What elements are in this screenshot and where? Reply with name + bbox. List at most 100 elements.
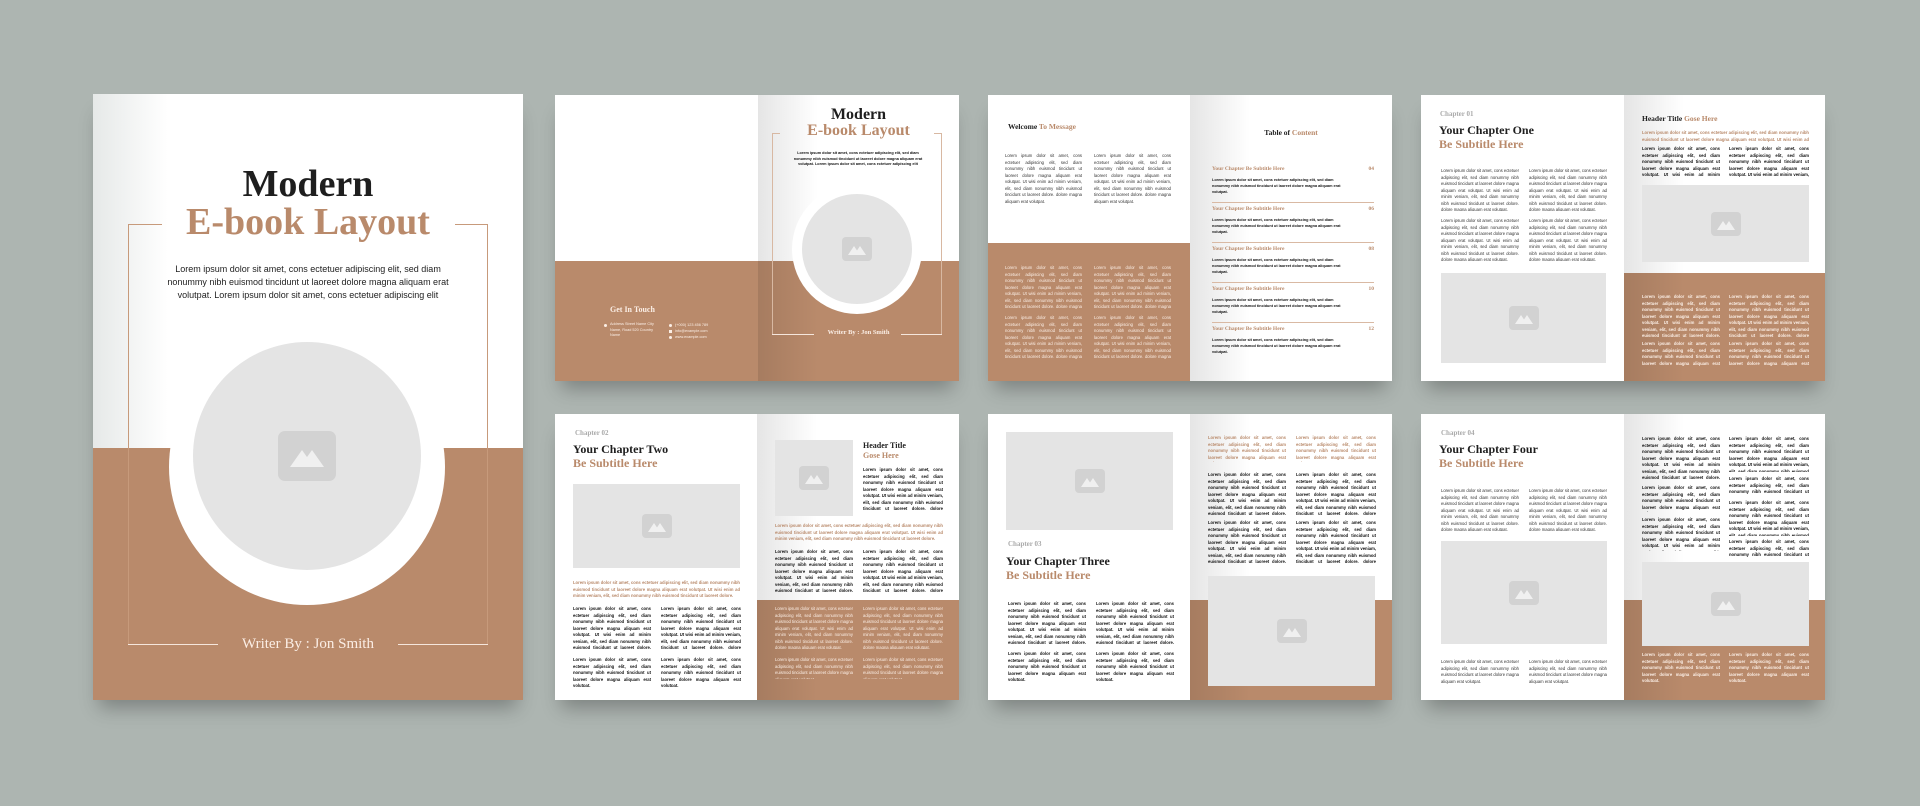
web-icon — [669, 336, 672, 339]
email-icon — [669, 330, 672, 333]
chapter-three-page: Chapter 03 Your Chapter Three Be Subtitl… — [988, 414, 1190, 700]
ch2-band-text-c: Lorem ipsum dolor sit amet, cons ectetue… — [775, 657, 853, 679]
ch1-right-text-a: Lorem ipsum dolor sit amet, cons ectetue… — [1642, 146, 1720, 177]
toc-row[interactable]: Your Chapter Be Subtitle Here 06 Lorem ips… — [1212, 203, 1374, 243]
ch2-right-text-a: Lorem ipsum dolor sit amet, cons ectetue… — [775, 549, 853, 592]
ch4-band-text-a: Lorem ipsum dolor sit amet, cons ectetue… — [1642, 652, 1720, 682]
ch4-right-text-f: Lorem ipsum dolor sit amet, cons ectetue… — [1729, 500, 1809, 536]
chapter-four-right-page: Lorem ipsum dolor sit amet, cons ectetue… — [1624, 414, 1825, 700]
ch1-band-text-c: Lorem ipsum dolor sit amet, cons ectetue… — [1642, 341, 1720, 366]
ch4-right-text-e: Lorem ipsum dolor sit amet, cons ectetue… — [1642, 517, 1720, 551]
ch2-text-d: Lorem ipsum dolor sit amet, cons ectetue… — [661, 657, 741, 687]
phone-icon — [669, 324, 672, 327]
toc-entry-page: 06 — [1368, 206, 1375, 212]
chapter-two-subtitle: Be Subtitle Here — [573, 456, 658, 470]
ch3-right-text-c: Lorem ipsum dolor sit amet, cons ectetue… — [1208, 520, 1286, 563]
ch3-text-a: Lorem ipsum dolor sit amet, cons ectetue… — [1008, 601, 1086, 644]
ch4-text-c: Lorem ipsum dolor sit amet, cons ectetue… — [1441, 659, 1519, 684]
image-placeholder-icon — [1074, 469, 1105, 493]
ch4-right-text-a: Lorem ipsum dolor sit amet, cons ectetue… — [1642, 436, 1720, 479]
ch1-text-a: Lorem ipsum dolor sit amet, cons ectetue… — [1441, 168, 1519, 211]
ch2-right-text-b: Lorem ipsum dolor sit amet, cons ectetue… — [863, 549, 943, 592]
mini-frame-tl — [772, 133, 780, 134]
contact-website: www.example.com — [675, 335, 707, 339]
ch3-text-d: Lorem ipsum dolor sit amet, cons ectetue… — [1096, 651, 1174, 681]
welcome-text-col2: Lorem ipsum dolor sit amet, cons ectetue… — [1094, 153, 1171, 204]
ch1-image-placeholder — [1441, 273, 1606, 363]
ch1-band-text-b: Lorem ipsum dolor sit amet, cons ectetue… — [1729, 294, 1809, 337]
ch3-text-b: Lorem ipsum dolor sit amet, cons ectetue… — [1096, 601, 1174, 644]
toc-entry-desc: Lorem ipsum dolor sit amet, cons ectetue… — [1212, 178, 1341, 194]
ch4-image-placeholder — [1441, 541, 1607, 644]
toc-row[interactable]: Your Chapter Be Subtitle Here 10 Lorem ips… — [1212, 283, 1374, 323]
chapter-four-title: Your Chapter Four — [1439, 442, 1538, 456]
toc-entry-desc: Lorem ipsum dolor sit amet, cons ectetue… — [1212, 338, 1341, 354]
cover-author: Writer By : Jon Smith — [242, 636, 374, 652]
ch2-band-text-b: Lorem ipsum dolor sit amet, cons ectetue… — [863, 606, 943, 649]
chapter-one-label: Chapter 01 — [1440, 110, 1474, 118]
ch4-band-text-b: Lorem ipsum dolor sit amet, cons ectetue… — [1729, 652, 1809, 682]
contact-address: Address Street Name City Name, Road 520 … — [610, 322, 654, 337]
chapter-four-page: Chapter 04 Your Chapter Four Be Subtitle… — [1421, 414, 1624, 700]
ch1-highlight-text: Lorem ipsum dolor sit amet, cons ectetue… — [1642, 130, 1809, 142]
ch2-text-c: Lorem ipsum dolor sit amet, cons ectetue… — [573, 657, 651, 687]
image-placeholder-icon — [1710, 592, 1741, 616]
chapter-one-right-page: Header Title Gose Here Lorem ipsum dolor… — [1624, 95, 1825, 381]
toc-row[interactable]: Your Chapter Be Subtitle Here 04 Lorem ips… — [1212, 163, 1374, 203]
ch1-band-text-a: Lorem ipsum dolor sit amet, cons ectetue… — [1642, 294, 1720, 337]
chapter-two-title: Your Chapter Two — [573, 442, 669, 456]
toc-entry-page: 10 — [1368, 286, 1375, 292]
ch1-header-a: Header Title — [1642, 114, 1685, 123]
mini-author: Writer By : Jon Smith — [827, 329, 890, 336]
ch2-header-a: Header Title — [863, 441, 906, 450]
ch4-right-text-c: Lorem ipsum dolor sit amet, cons ectetue… — [1642, 485, 1720, 512]
spread-welcome-toc: Welcome To Message Lorem ipsum dolor sit… — [988, 95, 1392, 381]
toc-title-a: Table of — [1264, 128, 1292, 137]
welcome-title-b: To Message — [1038, 122, 1076, 131]
ch1-text-b: Lorem ipsum dolor sit amet, cons ectetue… — [1529, 168, 1607, 211]
toc-entry-title: Your Chapter Be Subtitle Here — [1212, 286, 1285, 292]
ch1-right-text-b: Lorem ipsum dolor sit amet, cons ectetue… — [1729, 146, 1809, 177]
toc-row[interactable]: Your Chapter Be Subtitle Here 12 Lorem ips… — [1212, 323, 1374, 363]
welcome-page: Welcome To Message Lorem ipsum dolor sit… — [988, 95, 1190, 381]
toc-entry-desc: Lorem ipsum dolor sit amet, cons ectetue… — [1212, 218, 1341, 234]
spread-back-front-cover: Get In Touch Address Street Name City Na… — [555, 95, 959, 381]
contact-title: Get In Touch — [610, 305, 655, 314]
mini-intro: Lorem ipsum dolor sit amet, cons ectetue… — [793, 151, 923, 166]
cover-intro: Lorem ipsum dolor sit amet, cons ectetue… — [167, 264, 449, 300]
ch2-header-b: Gose Here — [863, 451, 899, 460]
toc-entry-title: Your Chapter Be Subtitle Here — [1212, 206, 1285, 212]
ch1-right-image-placeholder — [1642, 185, 1809, 262]
ch3-right-text-b: Lorem ipsum dolor sit amet, cons ectetue… — [1296, 472, 1376, 515]
chapter-one-page: Chapter 01 Your Chapter One Be Subtitle … — [1421, 95, 1624, 381]
toc-entry-title: Your Chapter Be Subtitle Here — [1212, 326, 1285, 332]
image-placeholder-icon — [842, 237, 872, 261]
welcome-text-col6: Lorem ipsum dolor sit amet, cons ectetue… — [1094, 315, 1171, 359]
image-placeholder-icon — [1509, 580, 1539, 605]
ch3-highlight-b: Lorem ipsum dolor sit amet, cons ectetue… — [1296, 435, 1376, 462]
image-placeholder-icon — [641, 514, 672, 538]
welcome-text-col5: Lorem ipsum dolor sit amet, cons ectetue… — [1005, 315, 1082, 359]
ch3-right-text-a: Lorem ipsum dolor sit amet, cons ectetue… — [1208, 472, 1286, 515]
ch4-text-d: Lorem ipsum dolor sit amet, cons ectetue… — [1529, 659, 1607, 684]
toc-entry-page: 04 — [1368, 166, 1375, 172]
chapter-two-right-page: Header Title Gose Here Lorem ipsum dolor… — [757, 414, 959, 700]
ch1-text-d: Lorem ipsum dolor sit amet, cons ectetue… — [1529, 218, 1607, 261]
ch4-right-image-placeholder — [1642, 562, 1809, 646]
cover-frame-top-left — [128, 224, 162, 225]
image-placeholder-icon — [1508, 306, 1539, 330]
ch3-image-placeholder — [1006, 432, 1173, 530]
ch2-right-image-placeholder — [775, 440, 853, 516]
chapter-three-right-page: Lorem ipsum dolor sit amet, cons ectetue… — [1190, 414, 1392, 700]
ch1-band-text-d: Lorem ipsum dolor sit amet, cons ectetue… — [1729, 341, 1809, 366]
chapter-one-subtitle: Be Subtitle Here — [1439, 137, 1524, 151]
chapter-three-label: Chapter 03 — [1008, 540, 1042, 548]
toc-entry-desc: Lorem ipsum dolor sit amet, cons ectetue… — [1212, 258, 1341, 274]
ch4-text-b: Lorem ipsum dolor sit amet, cons ectetue… — [1529, 488, 1607, 531]
location-icon — [604, 324, 607, 327]
toc-entry-desc: Lorem ipsum dolor sit amet, cons ectetue… — [1212, 298, 1341, 314]
toc-row[interactable]: Your Chapter Be Subtitle Here 08 Lorem ips… — [1212, 243, 1374, 283]
chapter-three-subtitle: Be Subtitle Here — [1006, 568, 1091, 582]
welcome-title: Welcome To Message — [1008, 122, 1076, 131]
ch1-header-title: Header Title Gose Here — [1642, 114, 1718, 123]
